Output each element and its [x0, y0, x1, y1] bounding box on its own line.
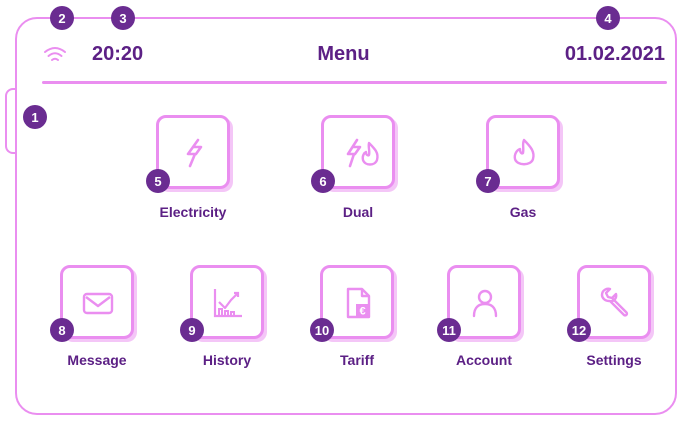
- lightning-icon: [186, 138, 203, 168]
- envelope-icon: [82, 292, 114, 315]
- euro-document-icon: €: [346, 287, 371, 319]
- chart-icon: [213, 289, 242, 318]
- badge-5: 5: [146, 169, 170, 193]
- electricity-label: Electricity: [159, 204, 227, 220]
- badge-10: 10: [310, 318, 334, 342]
- settings-label: Settings: [586, 352, 642, 368]
- badge-11: 11: [437, 318, 461, 342]
- badge-6: 6: [311, 169, 335, 193]
- dual-label: Dual: [342, 204, 374, 220]
- badge-3: 3: [111, 6, 135, 30]
- header-divider: [42, 81, 667, 84]
- gas-label: Gas: [509, 204, 537, 220]
- side-tab[interactable]: [5, 88, 15, 154]
- badge-4: 4: [596, 6, 620, 30]
- badge-9: 9: [180, 318, 204, 342]
- wrench-icon: [600, 287, 629, 317]
- tariff-label: Tariff: [340, 352, 374, 368]
- badge-7: 7: [476, 169, 500, 193]
- user-icon: [472, 289, 498, 318]
- account-label: Account: [456, 352, 512, 368]
- lightning-flame-icon: [346, 138, 379, 168]
- history-label: History: [202, 352, 252, 368]
- badge-1: 1: [23, 105, 47, 129]
- svg-text:€: €: [359, 306, 365, 318]
- message-label: Message: [67, 352, 127, 368]
- badge-8: 8: [50, 318, 74, 342]
- badge-12: 12: [567, 318, 591, 342]
- badge-2: 2: [50, 6, 74, 30]
- date-display: 01.02.2021: [564, 43, 665, 65]
- flame-icon: [513, 138, 535, 166]
